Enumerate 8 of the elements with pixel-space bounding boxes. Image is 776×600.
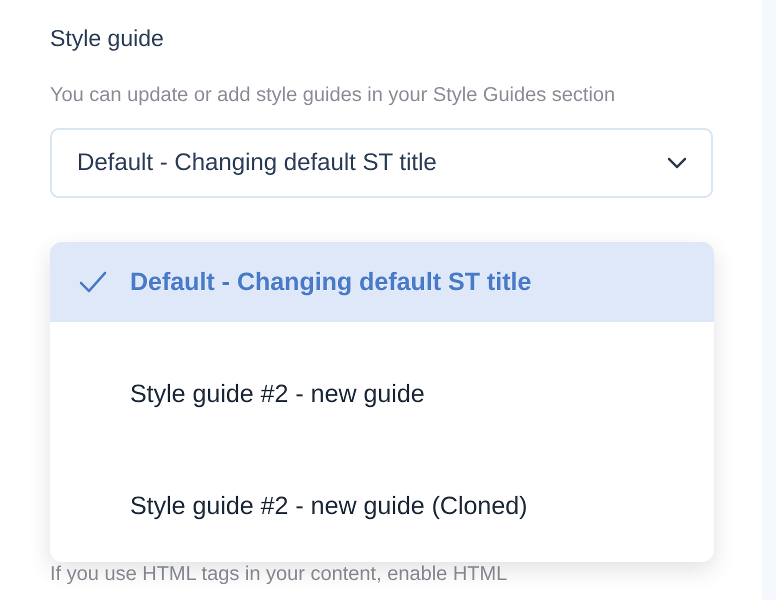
style-guide-select[interactable]: Default - Changing default ST title bbox=[50, 128, 713, 198]
dropdown-option[interactable]: Style guide #2 - new guide (Cloned) bbox=[50, 434, 714, 546]
checkmark-icon bbox=[79, 271, 107, 293]
dropdown-option[interactable]: Style guide #2 - new guide bbox=[50, 322, 714, 434]
section-title: Style guide bbox=[50, 24, 165, 52]
chevron-icon bbox=[667, 157, 687, 169]
html-hint-text: If you use HTML tags in your content, enable HTML bbox=[50, 563, 508, 586]
section-description: You can update or add style guides in your Style Guides section bbox=[50, 83, 616, 108]
